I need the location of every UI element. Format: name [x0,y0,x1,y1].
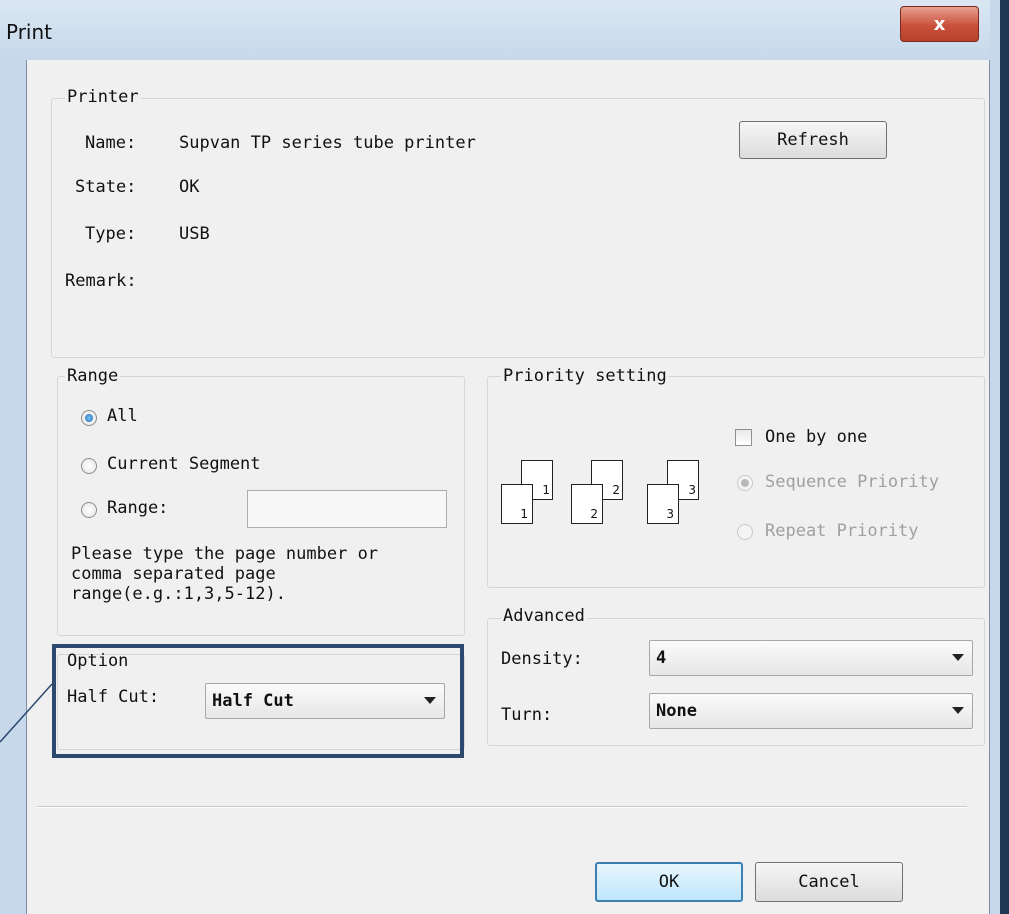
page-stack-3-front-number: 3 [666,507,674,521]
density-label: Density: [501,649,583,669]
ok-button[interactable]: OK [595,862,743,902]
printer-type-value: USB [179,224,210,244]
turn-select-value: None [656,701,697,721]
sequence-priority-radio[interactable] [737,475,753,491]
callout-line [0,683,53,743]
page-stack-1-back-number: 1 [542,483,550,497]
window-frame-left [0,60,26,914]
title-bar[interactable] [0,0,1009,60]
cancel-button-label: Cancel [798,872,860,892]
page-stack-2-front-number: 2 [590,507,598,521]
range-hint-line1: Please type the page number or [71,544,379,564]
printer-remark-label: Remark: [65,271,137,291]
ok-button-label: OK [658,872,680,892]
printer-state-value: OK [179,177,200,197]
density-select[interactable]: 4 [649,640,973,676]
printer-name-label: Name: [85,133,137,153]
range-all-label[interactable]: All [107,406,138,426]
priority-group-label: Priority setting [501,366,669,386]
turn-label: Turn: [501,705,553,725]
close-button[interactable]: x [900,6,979,42]
range-pages-input[interactable] [247,490,447,528]
range-current-segment-label[interactable]: Current Segment [107,454,261,474]
footer-separator [37,806,967,808]
close-icon: x [933,13,946,35]
range-custom-radio[interactable] [81,502,97,518]
range-hint-line3: range(e.g.:1,3,5-12). [71,584,286,604]
page-stack-3-front: 3 [647,484,679,524]
refresh-button[interactable]: Refresh [739,121,887,159]
turn-select[interactable]: None [649,693,973,729]
page-stack-2-front: 2 [571,484,603,524]
range-all-radio[interactable] [81,410,97,426]
chevron-down-icon [952,654,964,661]
one-by-one-checkbox[interactable] [735,429,752,446]
page-stack-1-front-number: 1 [520,507,528,521]
refresh-button-label: Refresh [777,130,849,150]
sequence-priority-label[interactable]: Sequence Priority [765,472,939,492]
cancel-button[interactable]: Cancel [755,862,903,902]
printer-name-value: Supvan TP series tube printer [179,133,476,153]
printer-group-label: Printer [65,87,141,107]
window-title: Print [6,20,53,44]
print-dialog: Print x Printer Name: Supvan TP series t… [0,0,1009,914]
range-hint-line2: comma separated page [71,564,276,584]
page-stack-1-front: 1 [501,484,533,524]
range-custom-label[interactable]: Range: [107,498,168,518]
chevron-down-icon [952,707,964,714]
dialog-client-area: Printer Name: Supvan TP series tube prin… [26,60,990,914]
density-select-value: 4 [656,648,667,668]
range-group-label: Range [65,366,121,386]
page-stack-2-back-number: 2 [612,483,620,497]
printer-type-label: Type: [85,224,137,244]
option-highlight-box [52,644,464,758]
repeat-priority-label[interactable]: Repeat Priority [765,521,919,541]
repeat-priority-radio[interactable] [737,524,753,540]
one-by-one-label[interactable]: One by one [765,427,867,447]
range-current-segment-radio[interactable] [81,458,97,474]
window-frame-edge [1000,0,1009,914]
page-stack-3-back-number: 3 [688,483,696,497]
advanced-group-label: Advanced [501,606,587,626]
printer-state-label: State: [75,177,137,197]
